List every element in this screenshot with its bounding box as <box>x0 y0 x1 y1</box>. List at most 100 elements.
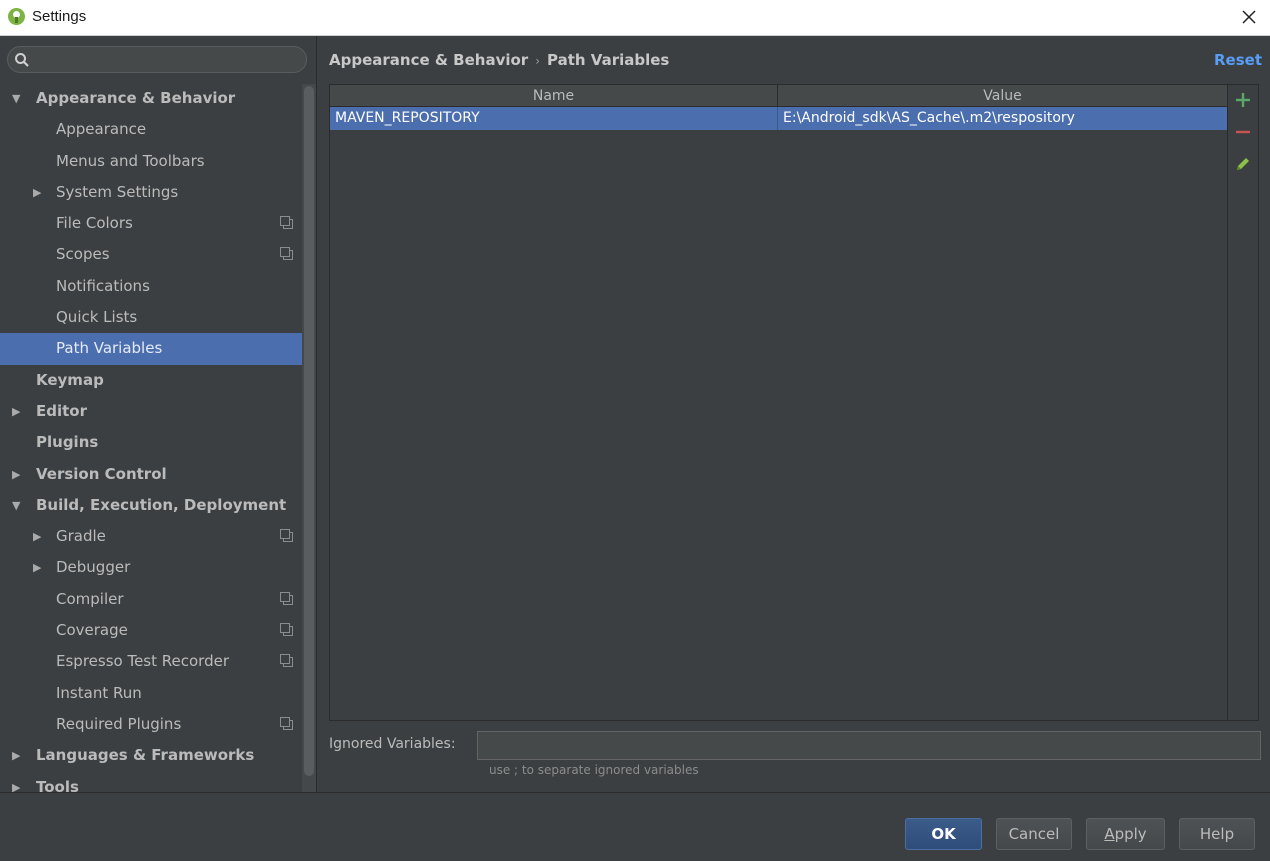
cancel-button[interactable]: Cancel <box>996 818 1072 850</box>
column-header-name[interactable]: Name <box>330 85 778 107</box>
sidebar-item-label: Menus and Toolbars <box>56 151 205 170</box>
add-icon[interactable] <box>1234 91 1252 109</box>
sidebar-item-label: Editor <box>36 401 87 420</box>
breadcrumb: Appearance & Behavior › Path Variables <box>329 51 669 69</box>
chevron-right-icon[interactable]: ▶ <box>12 740 20 771</box>
settings-tree: ▼ Appearance & Behavior Appearance Menus an… <box>0 83 316 792</box>
sidebar-item-languages-frameworks[interactable]: ▶ Languages & Frameworks <box>0 740 302 771</box>
ignored-variables-hint: use ; to separate ignored variables <box>489 763 699 777</box>
android-studio-icon <box>8 8 25 25</box>
project-level-icon <box>280 591 293 605</box>
project-level-icon <box>280 623 293 637</box>
chevron-right-icon[interactable]: ▶ <box>33 177 41 208</box>
sidebar-item-editor[interactable]: ▶ Editor <box>0 396 302 427</box>
sidebar-item-label: Plugins <box>36 433 99 452</box>
search-box[interactable] <box>7 46 307 73</box>
dialog-footer: OK Cancel Apply Help <box>0 793 1270 861</box>
table-header: Name Value <box>330 85 1227 107</box>
chevron-right-icon[interactable]: ▶ <box>12 459 20 490</box>
sidebar-item-label: Quick Lists <box>56 308 138 327</box>
ignored-variables-input[interactable] <box>477 731 1261 760</box>
project-level-icon <box>280 716 293 730</box>
sidebar-item-instant-run[interactable]: Instant Run <box>0 678 302 709</box>
sidebar-scrollbar-thumb[interactable] <box>304 86 314 776</box>
sidebar-item-label: Build, Execution, Deployment <box>36 495 287 514</box>
column-header-value[interactable]: Value <box>778 85 1227 107</box>
sidebar-item-appearance[interactable]: Appearance <box>0 114 302 145</box>
sidebar-item-label: File Colors <box>56 214 133 233</box>
edit-icon[interactable] <box>1234 155 1252 173</box>
sidebar-item-label: Required Plugins <box>56 714 182 733</box>
chevron-right-icon[interactable]: ▶ <box>12 396 20 427</box>
sidebar-item-label: Tools <box>36 777 79 792</box>
project-level-icon <box>280 247 293 261</box>
sidebar-item-compiler[interactable]: Compiler <box>0 584 302 615</box>
apply-label-rest: pply <box>1114 825 1147 843</box>
sidebar-item-quick-lists[interactable]: Quick Lists <box>0 302 302 333</box>
sidebar-item-notifications[interactable]: Notifications <box>0 271 302 302</box>
project-level-icon <box>280 654 293 668</box>
sidebar-item-tools[interactable]: ▶ Tools <box>0 772 302 792</box>
apply-mnemonic: A <box>1104 825 1115 843</box>
table-row[interactable]: MAVEN_REPOSITORY E:\Android_sdk\AS_Cache… <box>330 107 1227 130</box>
sidebar-item-label: Keymap <box>36 370 104 389</box>
content-panel: Appearance & Behavior › Path Variables Res… <box>317 36 1270 792</box>
window-title: Settings <box>32 8 87 25</box>
sidebar-item-plugins[interactable]: Plugins <box>0 427 302 458</box>
chevron-right-icon[interactable]: ▶ <box>33 552 41 583</box>
sidebar-item-label: Debugger <box>56 558 131 577</box>
chevron-right-icon[interactable]: ▶ <box>12 772 20 792</box>
sidebar-item-label: Appearance <box>56 120 147 139</box>
sidebar-item-appearance-behavior[interactable]: ▼ Appearance & Behavior <box>0 83 302 114</box>
sidebar-item-label: Instant Run <box>56 683 142 702</box>
table-toolbar <box>1228 84 1259 721</box>
cell-name[interactable]: MAVEN_REPOSITORY <box>330 107 778 130</box>
sidebar-item-coverage[interactable]: Coverage <box>0 615 302 646</box>
sidebar-item-espresso-test-recorder[interactable]: Espresso Test Recorder <box>0 646 302 677</box>
settings-sidebar: ▼ Appearance & Behavior Appearance Menus an… <box>0 36 316 792</box>
sidebar-item-scopes[interactable]: Scopes <box>0 239 302 270</box>
sidebar-item-label: Scopes <box>56 245 110 264</box>
sidebar-item-label: System Settings <box>56 182 179 201</box>
sidebar-item-menus-and-toolbars[interactable]: Menus and Toolbars <box>0 146 302 177</box>
sidebar-item-label: Compiler <box>56 589 124 608</box>
ok-button[interactable]: OK <box>905 818 982 850</box>
cell-value[interactable]: E:\Android_sdk\AS_Cache\.m2\respository <box>778 107 1227 130</box>
sidebar-scrollbar[interactable] <box>302 84 316 792</box>
sidebar-item-label: Espresso Test Recorder <box>56 652 229 671</box>
close-icon[interactable] <box>1238 6 1260 28</box>
reset-link[interactable]: Reset <box>1214 51 1262 69</box>
chevron-down-icon[interactable]: ▼ <box>12 490 20 521</box>
sidebar-item-file-colors[interactable]: File Colors <box>0 208 302 239</box>
path-variables-table: Name Value MAVEN_REPOSITORY E:\Android_s… <box>329 84 1228 721</box>
project-level-icon <box>280 216 293 230</box>
chevron-right-icon[interactable]: ▶ <box>33 521 41 552</box>
sidebar-item-label: Coverage <box>56 621 128 640</box>
remove-icon[interactable] <box>1234 123 1252 141</box>
sidebar-item-build-execution-deployment[interactable]: ▼ Build, Execution, Deployment <box>0 490 302 521</box>
sidebar-item-gradle[interactable]: ▶ Gradle <box>0 521 302 552</box>
sidebar-item-system-settings[interactable]: ▶ System Settings <box>0 177 302 208</box>
sidebar-item-label: Notifications <box>56 276 150 295</box>
breadcrumb-current: Path Variables <box>547 51 670 69</box>
title-bar: Settings <box>0 0 1270 36</box>
sidebar-item-version-control[interactable]: ▶ Version Control <box>0 459 302 490</box>
sidebar-item-label: Path Variables <box>56 339 163 358</box>
apply-button[interactable]: Apply <box>1086 818 1165 850</box>
breadcrumb-parent: Appearance & Behavior <box>329 51 529 69</box>
chevron-down-icon[interactable]: ▼ <box>12 83 20 114</box>
sidebar-item-label: Version Control <box>36 464 167 483</box>
help-button[interactable]: Help <box>1179 818 1255 850</box>
sidebar-item-label: Appearance & Behavior <box>36 89 236 107</box>
sidebar-item-keymap[interactable]: Keymap <box>0 365 302 396</box>
sidebar-item-path-variables[interactable]: Path Variables <box>0 333 316 365</box>
sidebar-item-label: Gradle <box>56 527 106 546</box>
project-level-icon <box>280 529 293 543</box>
ignored-variables-label: Ignored Variables: <box>329 736 456 752</box>
search-input[interactable] <box>34 50 300 70</box>
sidebar-item-label: Languages & Frameworks <box>36 746 255 765</box>
sidebar-item-required-plugins[interactable]: Required Plugins <box>0 709 302 740</box>
sidebar-item-debugger[interactable]: ▶ Debugger <box>0 552 302 583</box>
search-icon <box>15 53 29 67</box>
breadcrumb-separator: › <box>535 54 541 68</box>
